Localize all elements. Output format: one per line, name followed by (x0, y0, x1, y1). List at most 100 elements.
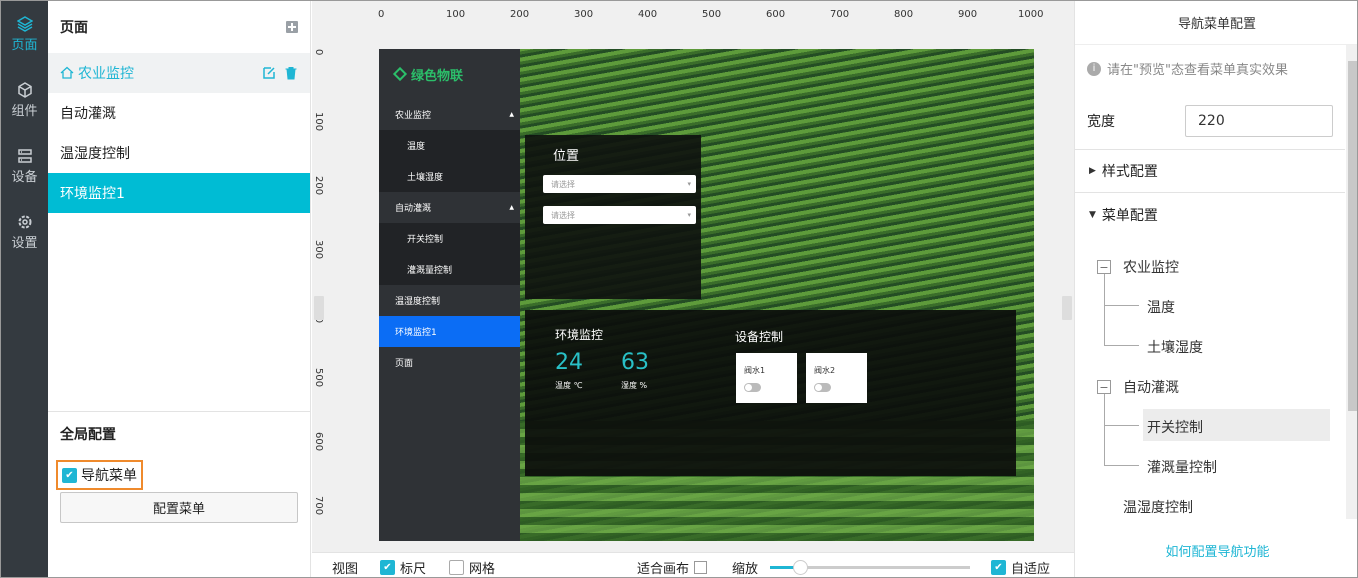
style-config-section[interactable]: ▶ 样式配置 (1075, 150, 1345, 193)
position-widget[interactable]: 位置 请选择 请选择 (525, 135, 701, 299)
valve-card-2: 阀水2 (806, 353, 867, 403)
collapse-icon[interactable]: − (1097, 260, 1111, 274)
canvas-toolbar: 视图 ✔ 标尺 网格 适合画布 缩放 ✔ 自适应 (312, 552, 1074, 577)
ruler-toggle[interactable]: ✔ 标尺 (380, 558, 426, 577)
ruler-tick: 300 (313, 240, 324, 260)
rail-devices-label: 设备 (11, 169, 38, 185)
tree-label: 开关控制 (1147, 420, 1203, 436)
menu-label: 灌溉量控制 (407, 266, 453, 276)
rail-components[interactable]: 组件 (1, 67, 48, 133)
tree-line (1104, 305, 1139, 306)
config-menu-button[interactable]: 配置菜单 (60, 492, 298, 523)
nav-menu-label: 导航菜单 (81, 468, 137, 484)
ruler-tick: 500 (313, 368, 324, 388)
tree-line (1104, 465, 1139, 466)
valve-toggle[interactable] (814, 383, 831, 392)
preview-menu-item[interactable]: 温湿度控制 (379, 285, 520, 316)
fit-canvas-button[interactable]: 适合画布 (637, 558, 708, 577)
ruler-tick: 600 (313, 432, 324, 452)
global-config: 全局配置 ✔ 导航菜单 配置菜单 (48, 411, 310, 523)
tree-label: 土壤湿度 (1147, 340, 1203, 356)
tree-node-irrigation[interactable]: − 自动灌溉 (1097, 377, 1179, 397)
adaptive-label: 自适应 (1011, 562, 1051, 577)
preview-menu-item[interactable]: 灌溉量控制 (379, 254, 520, 285)
tree-node-volume[interactable]: 灌溉量控制 (1147, 457, 1217, 477)
ruler-tick: 500 (702, 9, 722, 20)
nav-config-title: 导航菜单配置 (1075, 1, 1357, 45)
preview-hint: i 请在"预览"态查看菜单真实效果 (1075, 45, 1357, 92)
tree-label: 灌溉量控制 (1147, 460, 1217, 476)
grid-label: 网格 (469, 562, 496, 577)
preview-menu-item[interactable]: 农业监控 ▲ (379, 99, 520, 130)
check-icon: ✔ (991, 560, 1006, 575)
tree-node-soil[interactable]: 土壤湿度 (1147, 337, 1203, 357)
tree-node-agri[interactable]: − 农业监控 (1097, 257, 1179, 277)
ruler-tick: 200 (510, 9, 530, 20)
width-label: 宽度 (1087, 113, 1115, 130)
position-title: 位置 (553, 149, 580, 164)
menu-config-section[interactable]: ▼ 菜单配置 (1075, 193, 1345, 236)
canvas-area[interactable]: 0 100 200 300 400 500 600 700 800 900 10… (312, 1, 1074, 552)
tree-node-temp[interactable]: 温度 (1147, 297, 1175, 317)
rail-components-label: 组件 (11, 103, 38, 119)
app-window: 页面 组件 设备 设置 页面 农业监控 自动灌溉 温湿度控制 环境监控1 全局配… (0, 0, 1358, 578)
page-item-agri[interactable]: 农业监控 (48, 53, 310, 93)
page-item-env[interactable]: 环境监控1 (48, 173, 310, 213)
preview-menu-item[interactable]: 温度 (379, 130, 520, 161)
caret-right-icon: ▶ (1089, 166, 1096, 176)
edit-icon[interactable] (262, 66, 276, 80)
preview-menu-item-active[interactable]: 环境监控1 (379, 316, 520, 347)
view-text: 视图 (332, 562, 359, 577)
tree-line (1104, 393, 1105, 465)
page-item-humidity[interactable]: 温湿度控制 (48, 133, 310, 173)
preview-menu-item[interactable]: 开关控制 (379, 223, 520, 254)
delete-icon[interactable] (284, 66, 298, 80)
adaptive-toggle[interactable]: ✔ 自适应 (991, 558, 1050, 577)
artboard[interactable]: 绿色物联 农业监控 ▲ 温度 土壤湿度 自动灌溉 ▲ 开关控制 灌溉量控制 温湿度控… (379, 49, 1034, 541)
menu-label: 开关控制 (407, 235, 444, 245)
zoom-slider[interactable] (770, 560, 970, 575)
temp-label: 温度 ℃ (555, 381, 583, 390)
nav-config-panel: 导航菜单配置 i 请在"预览"态查看菜单真实效果 宽度 220 ▶ 样式配置 ▼ 菜单… (1074, 1, 1357, 577)
rail-settings[interactable]: 设置 (1, 199, 48, 265)
check-icon: ✔ (62, 467, 77, 483)
nav-menu-checkbox[interactable]: ✔ 导航菜单 (56, 460, 143, 490)
right-scrollbar[interactable] (1346, 45, 1357, 519)
zoom-slider-knob[interactable] (793, 560, 808, 575)
ruler-tick: 0 (313, 49, 324, 56)
rail-settings-label: 设置 (11, 235, 38, 251)
help-link[interactable]: 如何配置导航功能 (1075, 541, 1357, 560)
page-item-irrigation[interactable]: 自动灌溉 (48, 93, 310, 133)
valve-label: 阀水2 (814, 366, 836, 375)
width-input[interactable]: 220 (1185, 104, 1333, 137)
info-icon: i (1087, 61, 1101, 76)
menu-label: 自动灌溉 (395, 204, 432, 214)
preview-menu-item[interactable]: 自动灌溉 ▲ (379, 192, 520, 223)
rail-devices[interactable]: 设备 (1, 133, 48, 199)
preview-menu-item[interactable]: 页面 (379, 347, 520, 378)
tree-node-switch[interactable]: 开关控制 (1147, 417, 1203, 437)
menu-label: 农业监控 (395, 111, 432, 121)
position-select-2[interactable]: 请选择 (543, 206, 696, 224)
rail-pages[interactable]: 页面 (1, 1, 48, 67)
fit-label: 适合画布 (637, 562, 690, 577)
caret-up-icon: ▲ (509, 204, 514, 211)
canvas-right-handle[interactable] (1062, 296, 1072, 320)
position-select-1[interactable]: 请选择 (543, 175, 696, 193)
collapse-icon[interactable]: − (1097, 380, 1111, 394)
grid-toggle[interactable]: 网格 (449, 558, 495, 577)
menu-label: 土壤湿度 (407, 173, 444, 183)
add-page-icon[interactable] (286, 21, 298, 33)
scrollbar-thumb[interactable] (1348, 61, 1357, 411)
ruler-tick: 900 (958, 9, 978, 20)
view-label: 视图 (332, 558, 358, 577)
tree-node-humidity[interactable]: 温湿度控制 (1123, 497, 1193, 517)
canvas-left-handle[interactable] (314, 296, 324, 320)
valve-toggle[interactable] (744, 383, 761, 392)
preview-menu-item[interactable]: 土壤湿度 (379, 161, 520, 192)
pages-header: 页面 (48, 1, 310, 53)
env-monitor-widget[interactable]: 环境监控 24 温度 ℃ 63 湿度 % 设备控制 阀水1 阀水2 (525, 310, 1016, 476)
zoom-text: 缩放 (732, 562, 759, 577)
checkbox-icon (449, 560, 464, 575)
menu-label: 温度 (407, 142, 426, 152)
